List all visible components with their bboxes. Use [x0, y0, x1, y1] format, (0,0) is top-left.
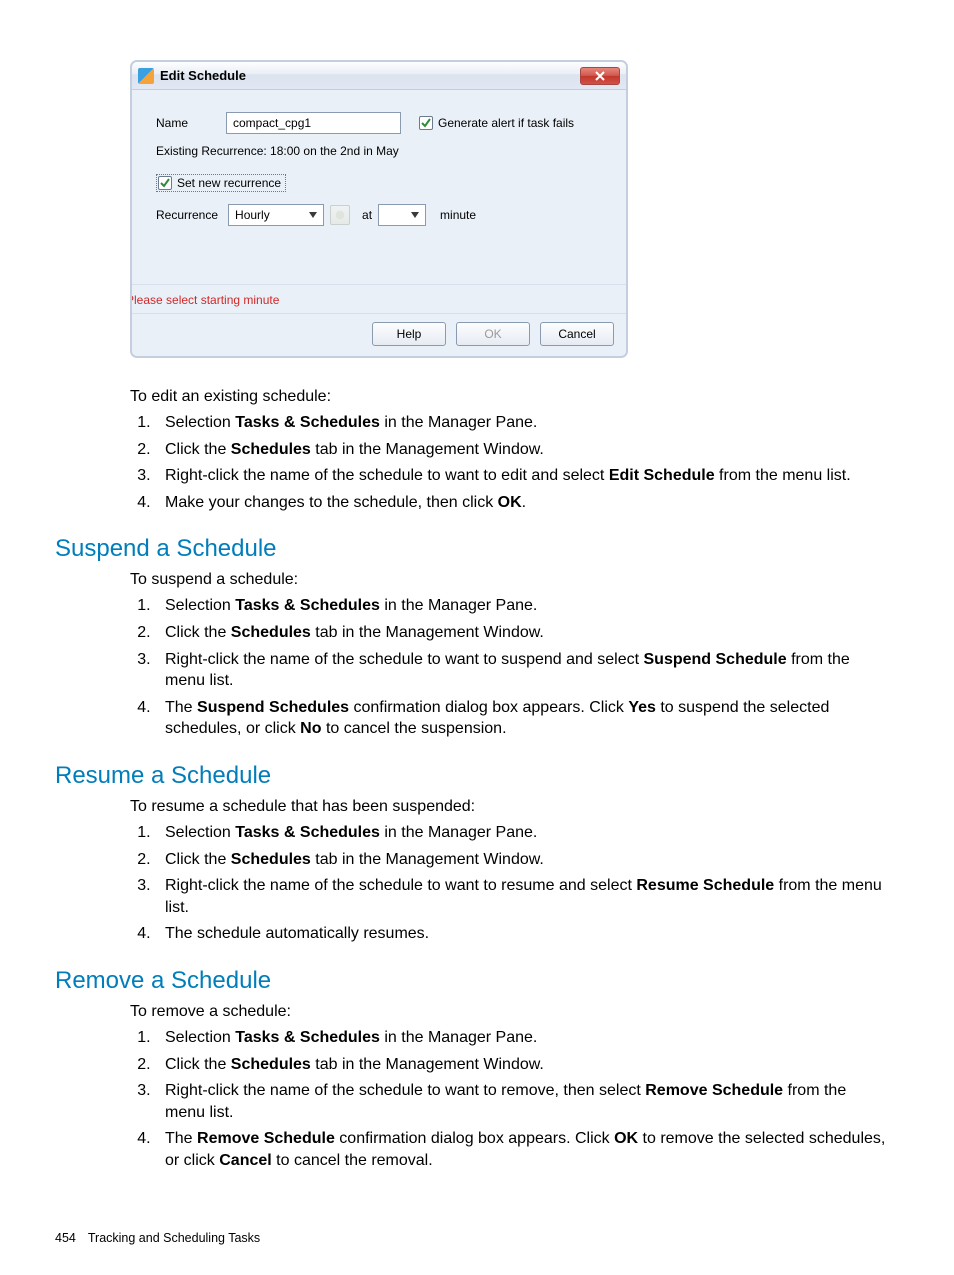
- list-item: Selection Tasks & Schedules in the Manag…: [155, 822, 887, 844]
- ok-button[interactable]: OK: [456, 322, 530, 346]
- close-button[interactable]: [580, 67, 620, 85]
- resume-intro: To resume a schedule that has been suspe…: [130, 798, 899, 816]
- check-icon: [421, 118, 431, 128]
- generate-alert-label: Generate alert if task fails: [438, 116, 574, 130]
- set-new-recurrence-wrapper: Set new recurrence: [156, 174, 286, 192]
- list-item: Click the Schedules tab in the Managemen…: [155, 849, 887, 871]
- chevron-down-icon: [407, 207, 423, 223]
- list-item: Selection Tasks & Schedules in the Manag…: [155, 595, 887, 617]
- list-item: Right-click the name of the schedule to …: [155, 1080, 887, 1123]
- name-input[interactable]: [226, 112, 401, 134]
- dialog-title: Edit Schedule: [160, 68, 580, 83]
- edit-steps: Selection Tasks & Schedules in the Manag…: [155, 412, 899, 513]
- recurrence-label: Recurrence: [156, 208, 218, 222]
- list-item: Selection Tasks & Schedules in the Manag…: [155, 412, 887, 434]
- list-item: The Remove Schedule confirmation dialog …: [155, 1128, 887, 1171]
- list-item: Right-click the name of the schedule to …: [155, 875, 887, 918]
- list-item: The schedule automatically resumes.: [155, 923, 887, 945]
- remove-heading: Remove a Schedule: [55, 967, 899, 995]
- remove-intro: To remove a schedule:: [130, 1003, 899, 1021]
- dialog-titlebar[interactable]: Edit Schedule: [132, 62, 626, 90]
- suspend-heading: Suspend a Schedule: [55, 535, 899, 563]
- page-footer: 454 Tracking and Scheduling Tasks: [55, 1231, 899, 1245]
- suspend-steps: Selection Tasks & Schedules in the Manag…: [155, 595, 899, 740]
- at-label: at: [362, 208, 372, 222]
- edit-intro: To edit an existing schedule:: [130, 388, 899, 406]
- list-item: Click the Schedules tab in the Managemen…: [155, 439, 887, 461]
- set-new-recurrence-checkbox[interactable]: [158, 176, 172, 190]
- chapter-title: Tracking and Scheduling Tasks: [88, 1231, 260, 1245]
- help-button[interactable]: Help: [372, 322, 446, 346]
- page-number: 454: [55, 1231, 76, 1245]
- app-icon: [138, 68, 154, 84]
- edit-schedule-dialog: Edit Schedule Name Generate alert if tas…: [130, 60, 628, 358]
- remove-steps: Selection Tasks & Schedules in the Manag…: [155, 1027, 899, 1172]
- chevron-down-icon: [305, 207, 321, 223]
- list-item: The Suspend Schedules confirmation dialo…: [155, 697, 887, 740]
- suspend-intro: To suspend a schedule:: [130, 571, 899, 589]
- resume-steps: Selection Tasks & Schedules in the Manag…: [155, 822, 899, 945]
- calendar-icon: [330, 205, 350, 225]
- validation-warning: Please select starting minute: [130, 284, 628, 313]
- list-item: Selection Tasks & Schedules in the Manag…: [155, 1027, 887, 1049]
- generate-alert-checkbox[interactable]: [419, 116, 433, 130]
- name-label: Name: [156, 116, 226, 130]
- list-item: Click the Schedules tab in the Managemen…: [155, 622, 887, 644]
- recurrence-value: Hourly: [235, 208, 305, 222]
- existing-recurrence-text: Existing Recurrence: 18:00 on the 2nd in…: [156, 144, 602, 158]
- list-item: Make your changes to the schedule, then …: [155, 492, 887, 514]
- minute-label: minute: [440, 208, 476, 222]
- recurrence-select[interactable]: Hourly: [228, 204, 324, 226]
- close-icon: [595, 71, 605, 81]
- list-item: Right-click the name of the schedule to …: [155, 465, 887, 487]
- list-item: Click the Schedules tab in the Managemen…: [155, 1054, 887, 1076]
- set-new-recurrence-label: Set new recurrence: [177, 176, 281, 190]
- check-icon: [160, 178, 170, 188]
- resume-heading: Resume a Schedule: [55, 762, 899, 790]
- list-item: Right-click the name of the schedule to …: [155, 649, 887, 692]
- cancel-button[interactable]: Cancel: [540, 322, 614, 346]
- minute-select[interactable]: [378, 204, 426, 226]
